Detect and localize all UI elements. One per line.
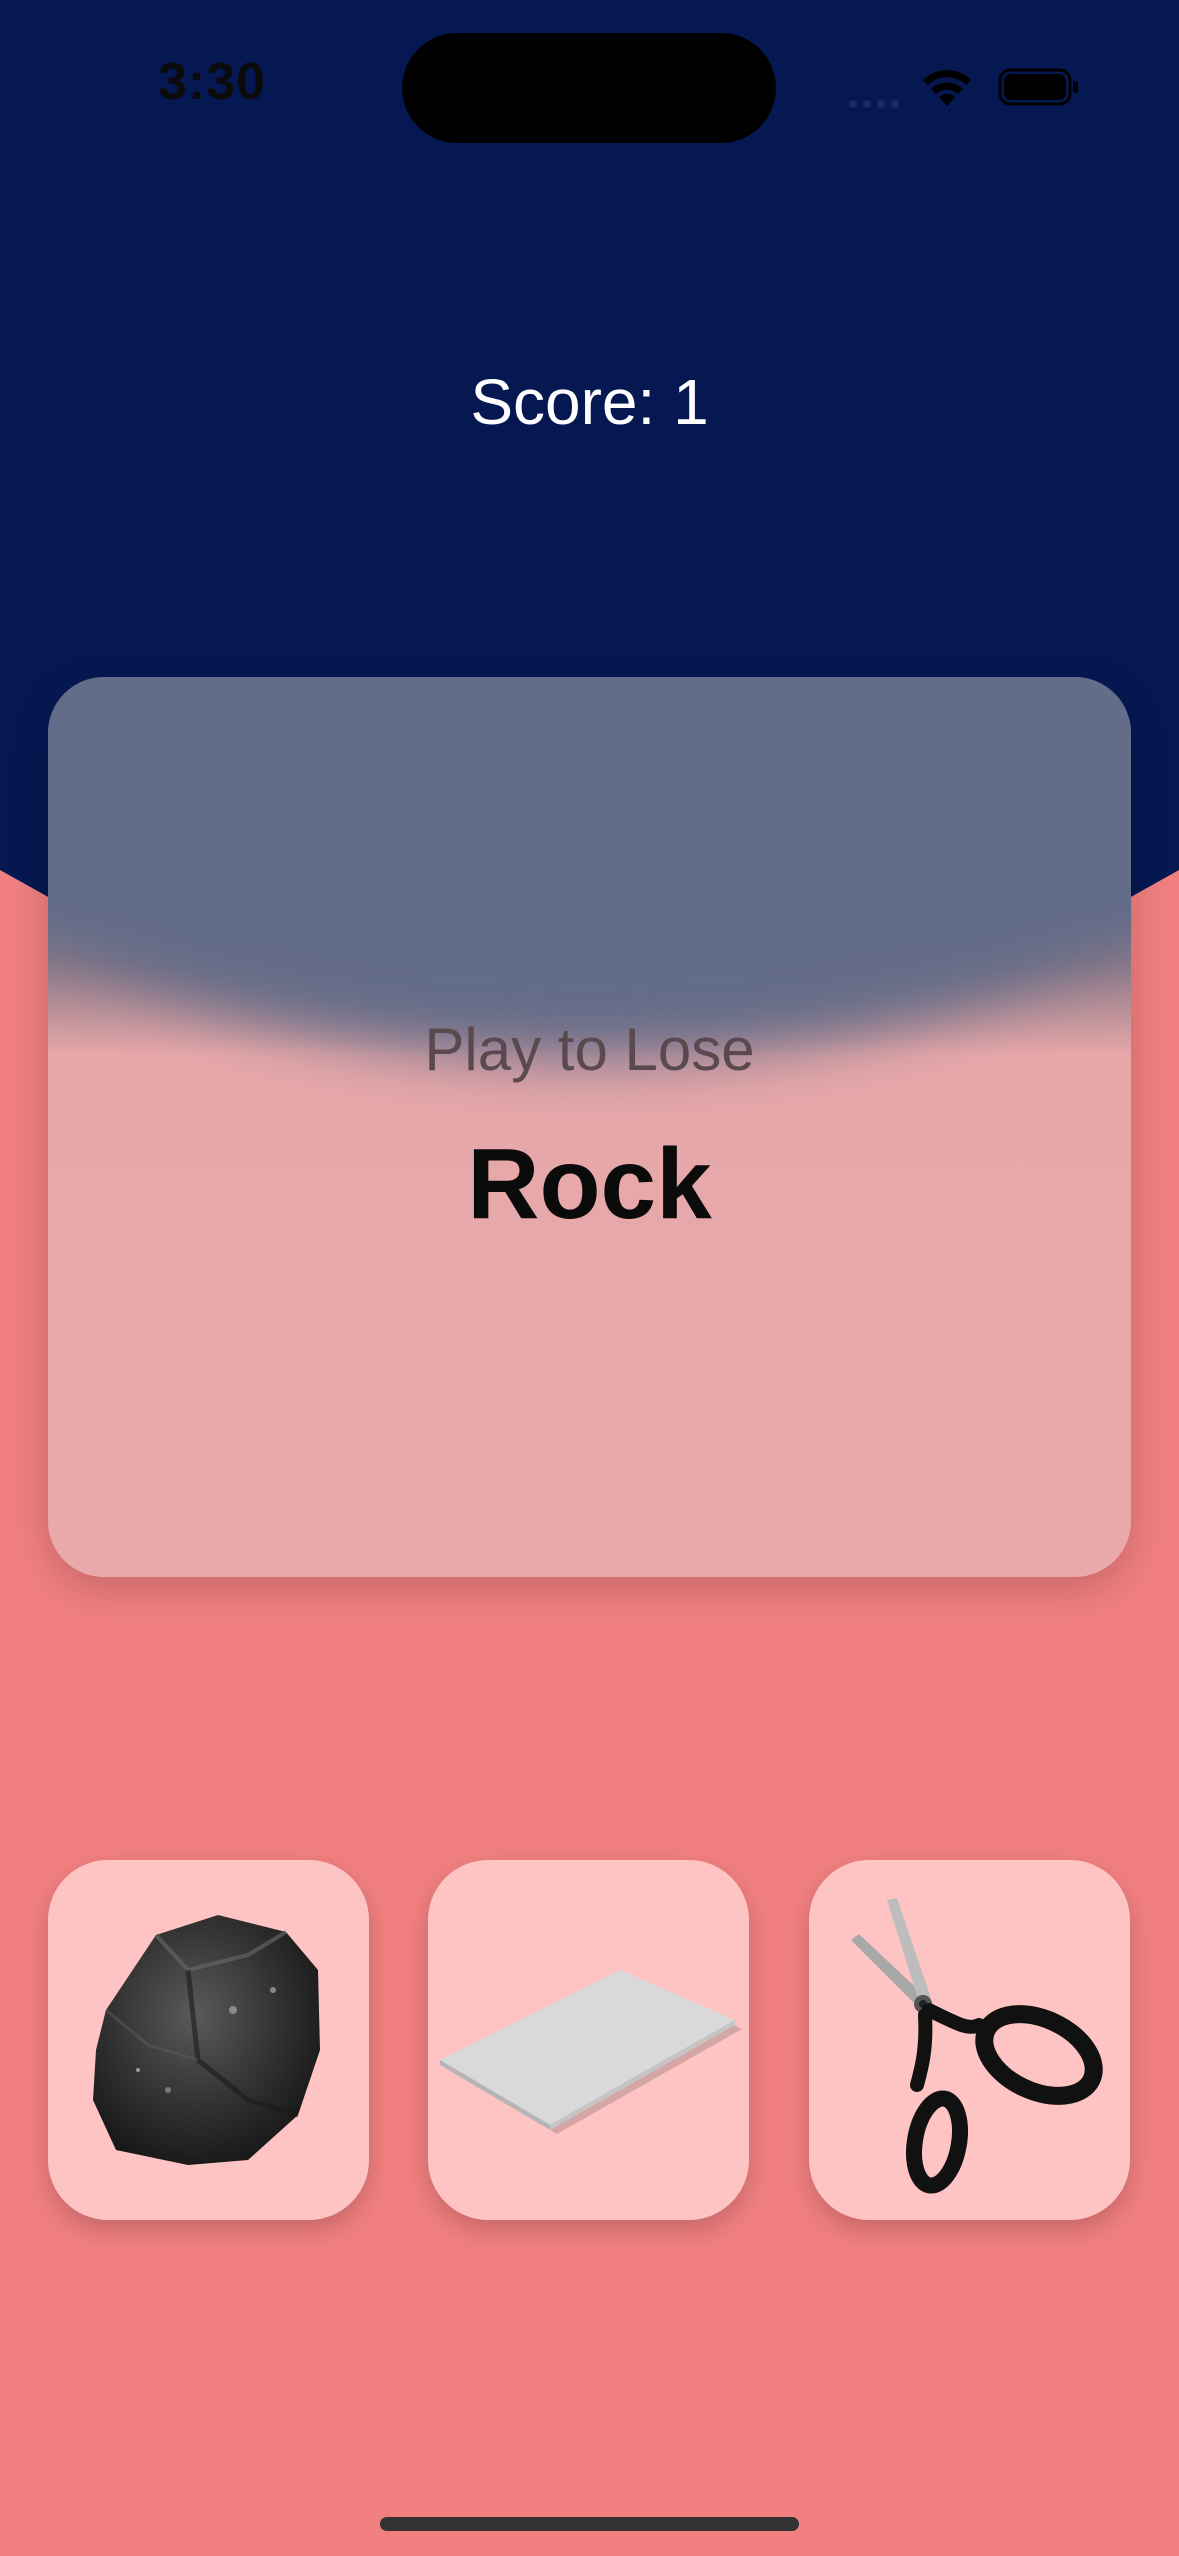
scissors-button[interactable] bbox=[809, 1860, 1130, 2220]
prompt-card: Play to Lose Rock bbox=[48, 677, 1131, 1577]
rock-button[interactable] bbox=[48, 1860, 369, 2220]
status-time: 3:30 bbox=[158, 53, 267, 111]
cellular-signal-icon bbox=[849, 100, 899, 108]
target-move-label: Rock bbox=[467, 1128, 712, 1240]
battery-icon bbox=[998, 68, 1078, 106]
rock-icon bbox=[93, 1915, 320, 2165]
prompt-subtitle: Play to Lose bbox=[424, 1016, 755, 1083]
home-indicator[interactable] bbox=[380, 2517, 799, 2531]
wifi-icon bbox=[923, 70, 971, 106]
card-glow bbox=[48, 677, 1131, 1057]
paper-button[interactable] bbox=[428, 1860, 749, 2220]
paper-icon bbox=[440, 1970, 742, 2134]
dynamic-island bbox=[402, 33, 776, 143]
score-label: Score: 1 bbox=[470, 366, 709, 438]
scissors-icon bbox=[851, 1898, 1103, 2194]
